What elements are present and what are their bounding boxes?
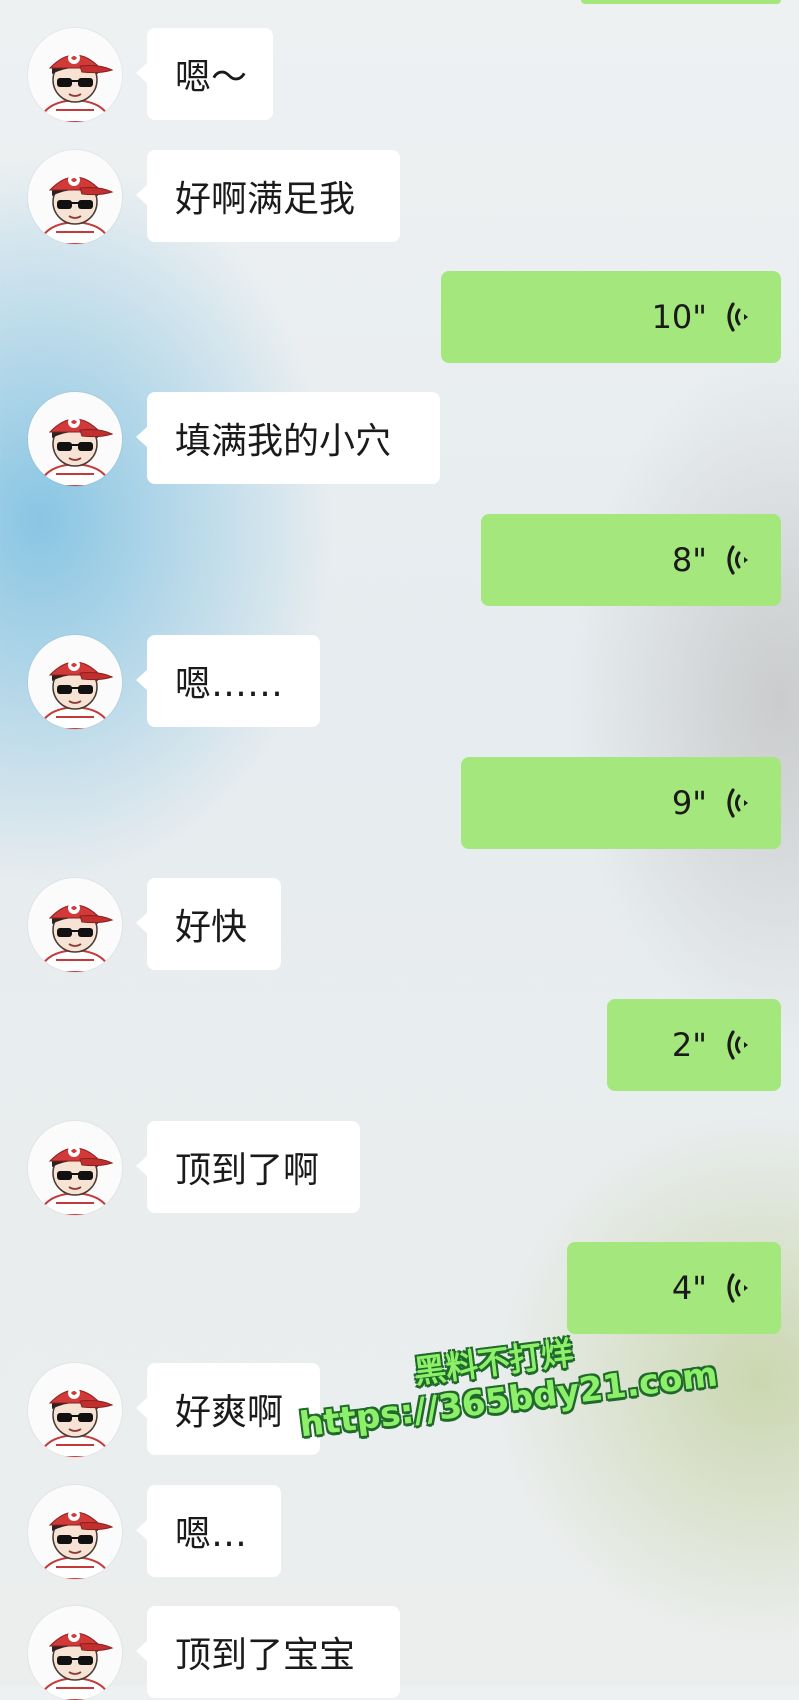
watermark-url: https://365bdy21.com xyxy=(297,1354,720,1446)
message-text: 好啊满足我 xyxy=(175,179,356,220)
incoming-text-bubble[interactable]: 嗯… xyxy=(136,1485,281,1577)
message-text: 填满我的小穴 xyxy=(175,421,392,462)
incoming-text-bubble[interactable]: 顶到了啊 xyxy=(136,1121,360,1213)
incoming-text-bubble[interactable]: 嗯…… xyxy=(136,635,320,727)
voice-wave-icon xyxy=(723,1271,753,1305)
outgoing-voice-bubble[interactable]: 10" xyxy=(441,271,781,363)
voice-duration: 10" xyxy=(651,298,707,336)
contact-avatar[interactable] xyxy=(28,392,122,486)
message-text: 好爽啊 xyxy=(175,1392,284,1433)
voice-wave-icon xyxy=(723,543,753,577)
incoming-text-bubble[interactable]: 好快 xyxy=(136,878,281,970)
incoming-text-bubble[interactable]: 顶到了宝宝 xyxy=(136,1606,400,1698)
outgoing-voice-bubble[interactable]: 9" xyxy=(461,757,781,849)
message-text: 嗯～ xyxy=(175,57,248,98)
voice-duration: 2" xyxy=(671,1026,707,1064)
outgoing-voice-bubble[interactable]: 8" xyxy=(481,514,781,606)
message-text: 顶到了啊 xyxy=(175,1150,320,1191)
incoming-text-bubble[interactable]: 好爽啊 xyxy=(136,1363,320,1455)
voice-wave-icon xyxy=(723,1028,753,1062)
contact-avatar[interactable] xyxy=(28,635,122,729)
incoming-text-bubble[interactable]: 填满我的小穴 xyxy=(136,392,440,484)
message-text: 嗯… xyxy=(175,1514,248,1555)
voice-wave-icon xyxy=(723,786,753,820)
message-text: 嗯…… xyxy=(175,664,284,705)
chat-area[interactable]: 嗯～ 好啊满足我 10" 填满我的小穴 8" 嗯…… 9" 好快 2" 顶到了啊… xyxy=(0,0,799,1700)
incoming-text-bubble[interactable]: 嗯～ xyxy=(136,28,273,120)
contact-avatar[interactable] xyxy=(28,1121,122,1215)
previous-message-bubble-edge xyxy=(581,0,781,4)
voice-duration: 8" xyxy=(671,541,707,579)
voice-duration: 9" xyxy=(671,784,707,822)
contact-avatar[interactable] xyxy=(28,878,122,972)
outgoing-voice-bubble[interactable]: 2" xyxy=(607,999,781,1091)
watermark-title: 黑料不打烊 xyxy=(411,1333,576,1392)
contact-avatar[interactable] xyxy=(28,1485,122,1579)
contact-avatar[interactable] xyxy=(28,150,122,244)
voice-wave-icon xyxy=(723,300,753,334)
message-text: 好快 xyxy=(175,907,248,948)
contact-avatar[interactable] xyxy=(28,1363,122,1457)
voice-duration: 4" xyxy=(671,1269,707,1307)
contact-avatar[interactable] xyxy=(28,28,122,122)
watermark: 黑料不打烊 https://365bdy21.com xyxy=(292,1311,725,1491)
incoming-text-bubble[interactable]: 好啊满足我 xyxy=(136,150,400,242)
outgoing-voice-bubble[interactable]: 4" xyxy=(567,1242,781,1334)
message-text: 顶到了宝宝 xyxy=(175,1635,356,1676)
